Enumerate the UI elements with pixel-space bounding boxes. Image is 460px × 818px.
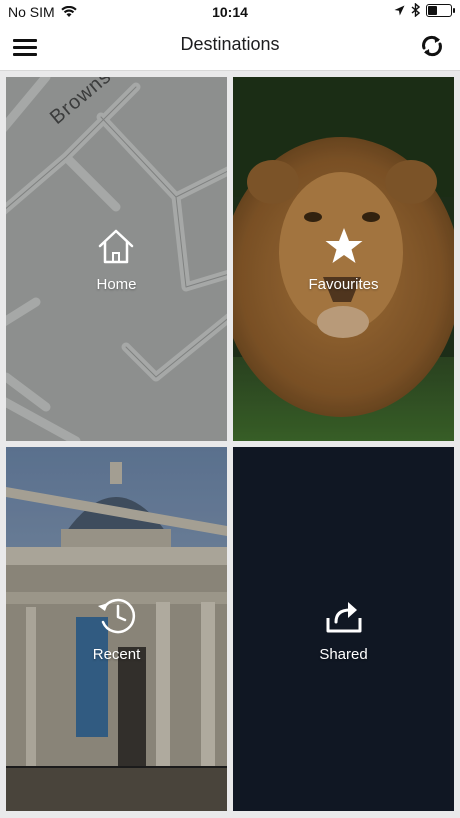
status-right (394, 3, 455, 17)
tile-favourites-content: Favourites (308, 226, 379, 293)
tile-favourites[interactable]: Favourites (233, 77, 454, 441)
nav-bar: Destinations (0, 24, 460, 71)
home-icon (99, 229, 134, 263)
battery-level (428, 5, 437, 15)
tile-shared[interactable]: Shared (233, 447, 454, 811)
refresh-icon (422, 35, 442, 57)
page-title: Destinations (180, 34, 280, 54)
refresh-button[interactable] (418, 32, 446, 60)
tile-favourites-label: Favourites (308, 275, 379, 293)
status-bar: No SIM 10:14 (0, 0, 460, 24)
tile-recent[interactable]: Recent (6, 447, 227, 811)
tile-shared-label: Shared (319, 645, 368, 663)
tile-home[interactable]: Browns La Home (6, 77, 227, 441)
location-arrow-icon (394, 5, 405, 15)
clock-history-icon (97, 598, 135, 633)
bluetooth-icon (411, 3, 420, 17)
tile-home-content: Home (96, 226, 137, 293)
battery-icon (426, 3, 455, 17)
share-icon (326, 601, 361, 632)
tile-recent-content: Recent (92, 596, 141, 663)
tile-shared-content: Shared (319, 596, 368, 663)
status-time: 10:14 (212, 4, 248, 20)
tile-home-label: Home (96, 275, 137, 293)
tile-recent-label: Recent (92, 645, 141, 663)
star-icon (325, 227, 362, 263)
